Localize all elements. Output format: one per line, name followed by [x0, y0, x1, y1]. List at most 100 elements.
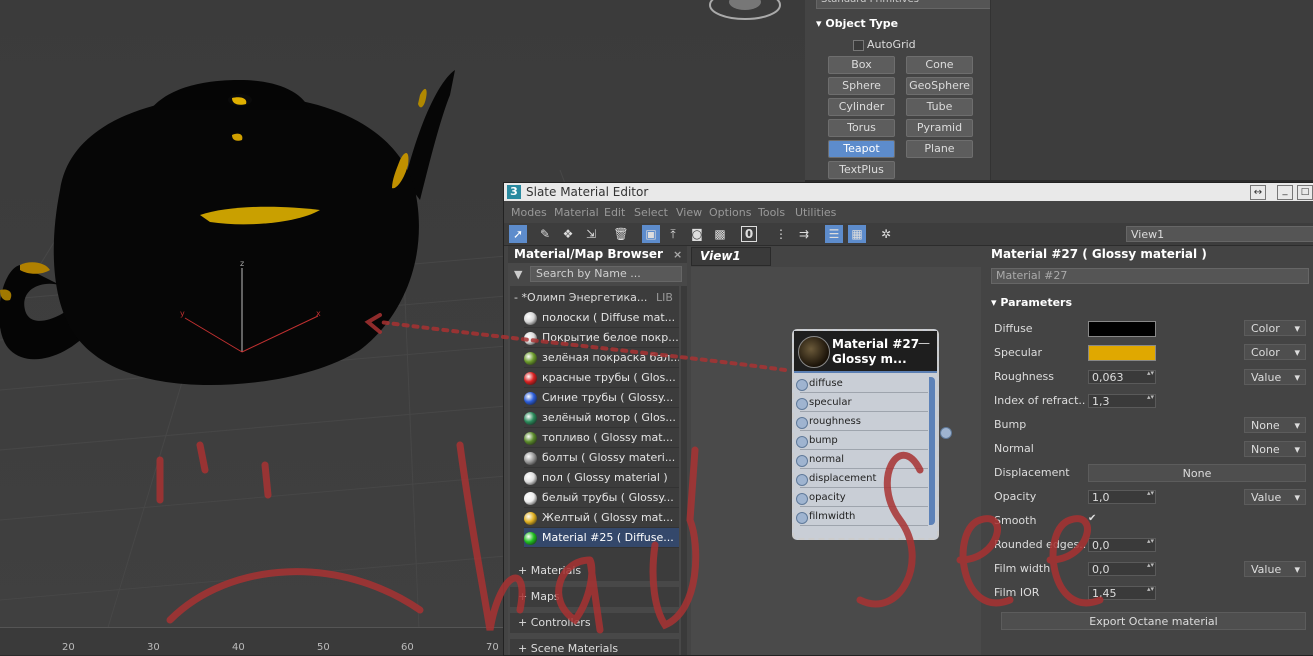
view-selector-dropdown[interactable]: View1	[1126, 226, 1313, 242]
primitives-dropdown[interactable]: Standard Primitives	[816, 0, 994, 9]
material-list-item[interactable]: полоски ( Diffuse mat...	[524, 308, 679, 328]
material-map-browser-icon[interactable]: ☰	[825, 225, 843, 243]
input-socket[interactable]	[796, 512, 808, 524]
material-list-item[interactable]: Material #25 ( Diffuse...	[524, 528, 679, 548]
search-input[interactable]: Search by Name ...	[530, 266, 682, 282]
menu-tools[interactable]: Tools	[758, 206, 785, 219]
node-input-slot[interactable]: specular	[796, 394, 928, 412]
section-materials[interactable]: + Materials	[510, 561, 679, 581]
menu-view[interactable]: View	[676, 206, 702, 219]
node-minimize-icon[interactable]: —	[918, 336, 930, 350]
section-scene-materials[interactable]: + Scene Materials	[510, 639, 679, 655]
input-socket[interactable]	[796, 474, 808, 486]
library-group-header[interactable]: - *Олимп Энергетика... LIB	[514, 289, 677, 306]
primitive-button[interactable]: GeoSphere	[906, 77, 973, 95]
input-socket[interactable]	[796, 455, 808, 467]
material-name-field[interactable]: Material #27	[991, 268, 1309, 284]
primitive-button[interactable]: Sphere	[828, 77, 895, 95]
primitive-button[interactable]: Box	[828, 56, 895, 74]
material-list-item[interactable]: Желтый ( Glossy mat...	[524, 508, 679, 528]
ior-spinner[interactable]: 1,3	[1088, 393, 1156, 408]
diffuse-mode-dropdown[interactable]: Color	[1244, 320, 1306, 337]
bump-mode-dropdown[interactable]: None	[1244, 417, 1306, 434]
node-view-area[interactable]: Material #27 Glossy m... — diffuse specul…	[691, 267, 981, 655]
object-type-header[interactable]: ▾ Object Type	[816, 17, 988, 33]
node-header[interactable]: Material #27 Glossy m... —	[794, 331, 937, 373]
section-controllers[interactable]: + Controllers	[510, 613, 679, 633]
delete-icon[interactable]: 🗑	[612, 225, 630, 243]
parameters-rollout-header[interactable]: ▾ Parameters	[991, 296, 1072, 309]
menu-modes[interactable]: Modes	[511, 206, 547, 219]
export-octane-material-button[interactable]: Export Octane material	[1001, 612, 1306, 630]
input-socket[interactable]	[796, 493, 808, 505]
roughness-mode-dropdown[interactable]: Value	[1244, 369, 1306, 386]
material-list-item[interactable]: топливо ( Glossy mat...	[524, 428, 679, 448]
specular-color-swatch[interactable]	[1088, 345, 1156, 361]
material-list-item[interactable]: зелёная покраска бал...	[524, 348, 679, 368]
resize-icon[interactable]: ↔	[1250, 185, 1266, 200]
tab-view1[interactable]: View1	[691, 247, 771, 266]
primitive-button-teapot[interactable]: Teapot	[828, 140, 895, 158]
zero-icon[interactable]: 0	[741, 226, 757, 242]
material-list-item[interactable]: Покрытие белое покр...	[524, 328, 679, 348]
background-icon[interactable]: ▩	[711, 225, 729, 243]
opacity-spinner[interactable]: 1,0	[1088, 489, 1156, 504]
assign-material-icon[interactable]: ⇲	[582, 225, 600, 243]
minimize-icon[interactable]: _	[1277, 185, 1293, 200]
primitive-button[interactable]: Cylinder	[828, 98, 895, 116]
material-list-item[interactable]: болты ( Glossy materi...	[524, 448, 679, 468]
menu-material[interactable]: Material	[554, 206, 599, 219]
node-input-slot[interactable]: bump	[796, 432, 928, 450]
node-input-slot[interactable]: displacement	[796, 470, 928, 488]
node-input-slot[interactable]: opacity	[796, 489, 928, 507]
material-node[interactable]: Material #27 Glossy m... — diffuse specul…	[792, 329, 952, 540]
menu-options[interactable]: Options	[709, 206, 751, 219]
primitive-button[interactable]: Pyramid	[906, 119, 973, 137]
rounded-edges-spinner[interactable]: 0,0	[1088, 537, 1156, 552]
material-list-item[interactable]: зелёный мотор ( Glos...	[524, 408, 679, 428]
layout-icon[interactable]: ⋮	[772, 225, 790, 243]
input-socket[interactable]	[796, 379, 808, 391]
input-socket[interactable]	[796, 417, 808, 429]
hide-unused-icon[interactable]: ⤒	[664, 225, 682, 243]
material-list-item[interactable]: красные трубы ( Glos...	[524, 368, 679, 388]
roughness-spinner[interactable]: 0,063	[1088, 369, 1156, 384]
film-width-mode-dropdown[interactable]: Value	[1244, 561, 1306, 578]
browser-scrollbar[interactable]	[681, 286, 687, 655]
material-list-item[interactable]: Синие трубы ( Glossy...	[524, 388, 679, 408]
browser-options-arrow-icon[interactable]: ▼	[514, 268, 522, 281]
input-socket[interactable]	[796, 436, 808, 448]
normal-mode-dropdown[interactable]: None	[1244, 441, 1306, 458]
select-by-material-icon[interactable]: ✲	[877, 225, 895, 243]
autogrid-checkbox[interactable]: AutoGrid	[853, 38, 916, 51]
show-map-icon[interactable]: ◙	[688, 225, 706, 243]
timeline-ruler[interactable]: 20 30 40 50 60 70	[0, 627, 505, 655]
close-icon[interactable]: ×	[673, 246, 682, 263]
node-input-slot[interactable]: diffuse	[796, 375, 928, 393]
layout-children-icon[interactable]: ⇉	[795, 225, 813, 243]
smooth-checkbox[interactable]: ✔	[1088, 514, 1098, 524]
menu-utilities[interactable]: Utilities	[795, 206, 836, 219]
specular-mode-dropdown[interactable]: Color	[1244, 344, 1306, 361]
primitive-button[interactable]: Cone	[906, 56, 973, 74]
node-input-slot[interactable]: normal	[796, 451, 928, 469]
opacity-mode-dropdown[interactable]: Value	[1244, 489, 1306, 506]
eyedropper-icon[interactable]: ✎	[536, 225, 554, 243]
input-socket[interactable]	[796, 398, 808, 410]
title-bar[interactable]: 3 Slate Material Editor ↔ _ □	[504, 183, 1313, 201]
node-input-slot[interactable]: filmwidth	[796, 508, 928, 526]
section-maps[interactable]: + Maps	[510, 587, 679, 607]
menu-select[interactable]: Select	[634, 206, 668, 219]
primitive-button[interactable]: Torus	[828, 119, 895, 137]
film-ior-spinner[interactable]: 1,45	[1088, 585, 1156, 600]
primitive-button[interactable]: Tube	[906, 98, 973, 116]
output-socket[interactable]	[940, 427, 952, 439]
primitive-button[interactable]: Plane	[906, 140, 973, 158]
primitive-button[interactable]: TextPlus	[828, 161, 895, 179]
pick-material-icon[interactable]: ❖	[559, 225, 577, 243]
select-arrow-icon[interactable]: ➚	[509, 225, 527, 243]
displacement-map-button[interactable]: None	[1088, 464, 1306, 482]
film-width-spinner[interactable]: 0,0	[1088, 561, 1156, 576]
parameter-editor-icon[interactable]: ▦	[848, 225, 866, 243]
maximize-icon[interactable]: □	[1297, 185, 1313, 200]
